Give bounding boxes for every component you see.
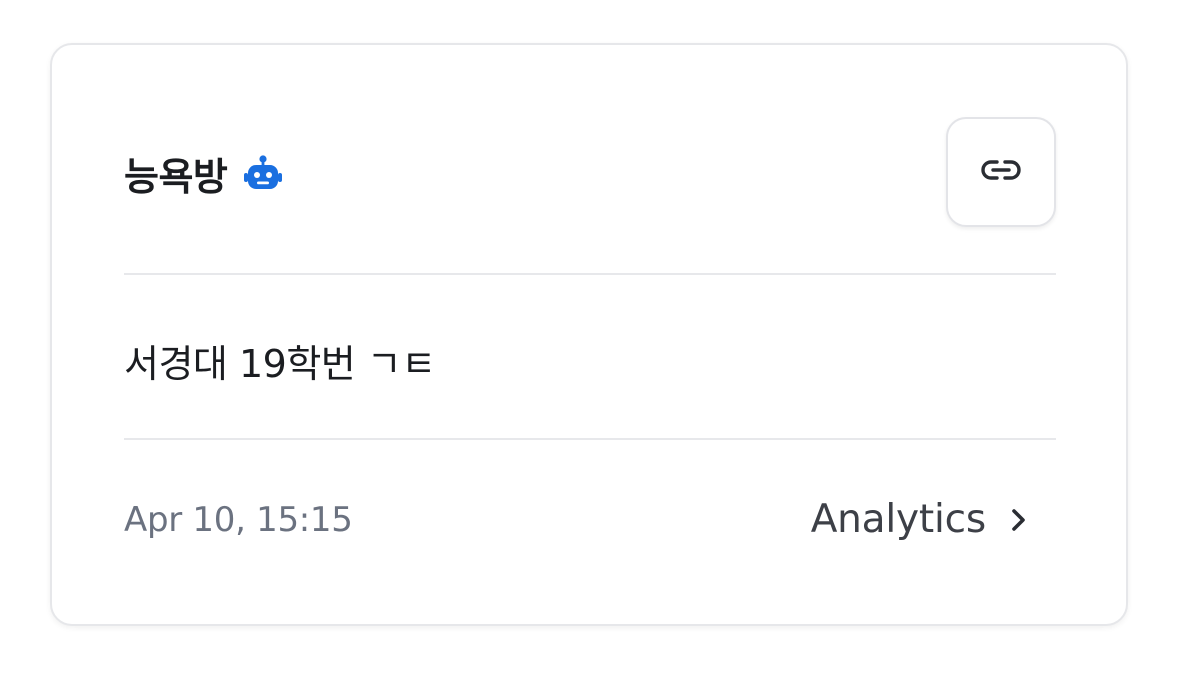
title-row: 능욕방 xyxy=(124,143,283,203)
analytics-link[interactable]: Analytics xyxy=(811,497,1030,542)
chat-description: 서경대 19학번 ㄱㅌ xyxy=(124,342,436,386)
divider xyxy=(124,438,1056,440)
timestamp: Apr 10, 15:15 xyxy=(124,500,353,540)
copy-link-button[interactable] xyxy=(946,117,1056,227)
analytics-label: Analytics xyxy=(810,497,987,542)
card-header: 능욕방 xyxy=(124,117,1056,229)
link-icon xyxy=(980,158,1022,186)
chevron-right-icon xyxy=(1008,506,1030,534)
divider xyxy=(124,273,1056,275)
robot-icon xyxy=(243,153,283,193)
chat-title: 능욕방 xyxy=(124,154,228,199)
chat-card: 능욕방 서경대 19학번 ㄱㅌ Apr 10, 15:15 Analytics xyxy=(50,43,1128,626)
